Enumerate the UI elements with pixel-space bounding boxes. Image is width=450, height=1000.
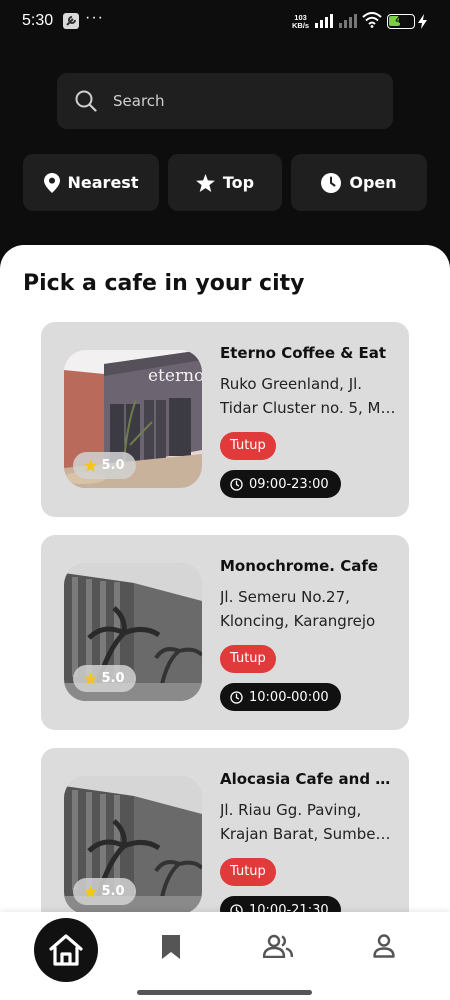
cafe-name[interactable]: Monochrome. Cafe bbox=[220, 557, 395, 575]
signal-weak-icon bbox=[339, 14, 357, 28]
cafe-name[interactable]: Alocasia Cafe and Eatery bbox=[220, 770, 395, 788]
filter-top-button[interactable]: Top bbox=[168, 154, 282, 211]
sheet-title: Pick a cafe in your city bbox=[23, 271, 305, 296]
cafe-photo[interactable]: 5.0 bbox=[64, 563, 202, 701]
network-speed: 103 KB/s bbox=[292, 14, 309, 30]
battery-icon: 46 bbox=[387, 14, 415, 29]
app-screen: 5:30 ··· 103 KB/s 46 Search Nearest Top … bbox=[0, 0, 450, 1000]
rating-star-icon bbox=[84, 459, 98, 472]
cafe-photo[interactable]: eterno 5.0 bbox=[64, 350, 202, 488]
cafe-list-sheet[interactable]: Pick a cafe in your city eterno 5.0 Eter… bbox=[0, 245, 450, 1000]
cafe-address: Jl. Riau Gg. Paving, Krajan Barat, Sumbe… bbox=[220, 798, 396, 846]
filter-nearest-label: Nearest bbox=[67, 173, 139, 192]
star-icon bbox=[195, 173, 215, 192]
home-indicator-bar[interactable] bbox=[137, 990, 312, 995]
rating-value: 5.0 bbox=[101, 458, 125, 473]
open-status-badge: Tutup bbox=[220, 645, 276, 673]
cafe-address-line2: Tidar Cluster no. 5, Malang bbox=[220, 399, 396, 417]
rating-star-icon bbox=[84, 885, 98, 898]
home-icon bbox=[49, 934, 83, 966]
cafe-address: Ruko Greenland, Jl. Tidar Cluster no. 5,… bbox=[220, 372, 396, 420]
filter-top-label: Top bbox=[222, 173, 255, 192]
clock-icon bbox=[321, 172, 342, 193]
status-bar: 5:30 ··· 103 KB/s 46 bbox=[0, 0, 450, 44]
cafe-address-line1: Jl. Semeru No.27, bbox=[220, 588, 350, 606]
opening-hours: 09:00-23:00 bbox=[249, 476, 329, 492]
filter-open-label: Open bbox=[349, 173, 397, 192]
rating-star-icon bbox=[84, 672, 98, 685]
open-status-badge: Tutup bbox=[220, 858, 276, 886]
rating-badge: 5.0 bbox=[73, 878, 136, 905]
filter-nearest-button[interactable]: Nearest bbox=[23, 154, 159, 211]
rating-badge: 5.0 bbox=[73, 452, 136, 479]
opening-hours: 10:00-00:00 bbox=[249, 689, 329, 705]
rating-value: 5.0 bbox=[101, 884, 125, 899]
people-icon[interactable] bbox=[263, 934, 293, 958]
cafe-name[interactable]: Eterno Coffee & Eat bbox=[220, 344, 395, 362]
charging-icon bbox=[418, 14, 427, 29]
profile-icon[interactable] bbox=[373, 934, 395, 958]
bookmark-icon[interactable] bbox=[161, 934, 181, 960]
wifi-icon bbox=[362, 12, 382, 28]
bottom-navigation bbox=[0, 912, 450, 1000]
cafe-address-line1: Jl. Riau Gg. Paving, bbox=[220, 801, 362, 819]
battery-level: 46 bbox=[395, 15, 407, 26]
cafe-photo[interactable]: 5.0 bbox=[64, 776, 202, 914]
search-input[interactable] bbox=[113, 91, 373, 111]
nav-home-button[interactable] bbox=[34, 918, 98, 982]
cafe-address-line2: Kloncing, Karangrejo bbox=[220, 612, 376, 630]
cafe-sign-text: eterno bbox=[148, 366, 202, 386]
search-bar[interactable] bbox=[57, 73, 393, 129]
rating-badge: 5.0 bbox=[73, 665, 136, 692]
filter-open-button[interactable]: Open bbox=[291, 154, 427, 211]
more-notifications-icon: ··· bbox=[85, 9, 104, 26]
location-pin-icon bbox=[43, 172, 60, 193]
cafe-address: Jl. Semeru No.27, Kloncing, Karangrejo bbox=[220, 585, 396, 633]
network-speed-unit: KB/s bbox=[292, 21, 310, 30]
clock-icon bbox=[230, 690, 243, 704]
cafe-address-line2: Krajan Barat, Sumbersari bbox=[220, 825, 396, 843]
cafe-address-line1: Ruko Greenland, Jl. bbox=[220, 375, 363, 393]
signal-icon bbox=[315, 14, 333, 28]
clock-icon bbox=[230, 477, 243, 491]
cafe-card[interactable]: eterno 5.0 Eterno Coffee & Eat Ruko Gree… bbox=[41, 322, 409, 517]
settings-notification-icon bbox=[63, 13, 79, 29]
opening-hours-badge: 09:00-23:00 bbox=[220, 470, 341, 498]
search-icon bbox=[75, 90, 97, 112]
opening-hours-badge: 10:00-00:00 bbox=[220, 683, 341, 711]
status-time: 5:30 bbox=[22, 12, 54, 29]
cafe-card[interactable]: 5.0 Monochrome. Cafe Jl. Semeru No.27, K… bbox=[41, 535, 409, 730]
rating-value: 5.0 bbox=[101, 671, 125, 686]
open-status-badge: Tutup bbox=[220, 432, 276, 460]
